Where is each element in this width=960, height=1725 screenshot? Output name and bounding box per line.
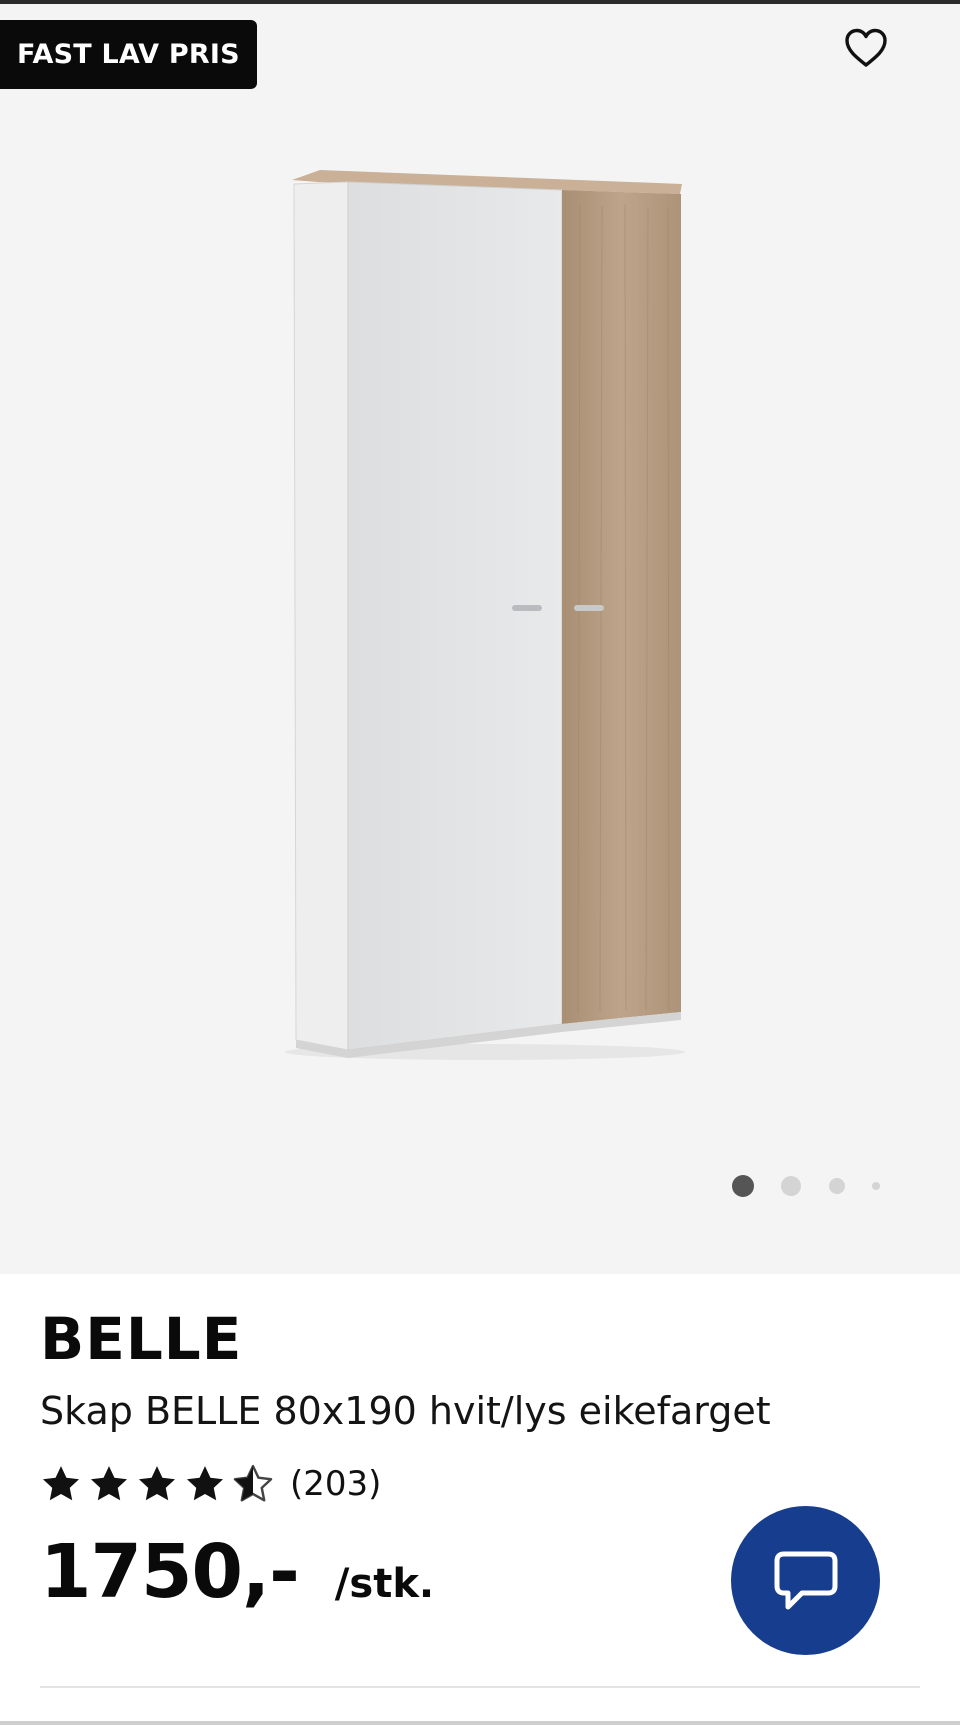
product-brand: BELLE bbox=[40, 1305, 243, 1373]
pagination-dot[interactable] bbox=[872, 1182, 880, 1190]
bottom-edge-bar bbox=[0, 1721, 960, 1725]
star-full-icon bbox=[186, 1466, 224, 1501]
review-count: (203) bbox=[290, 1464, 382, 1504]
pagination-dot[interactable] bbox=[829, 1178, 845, 1194]
pagination-dot-active[interactable] bbox=[732, 1175, 754, 1197]
price-badge: FAST LAV PRIS bbox=[0, 20, 257, 89]
star-half-icon bbox=[233, 1464, 273, 1502]
chat-button[interactable] bbox=[731, 1506, 880, 1655]
product-rating[interactable]: (203) bbox=[40, 1459, 381, 1509]
section-divider bbox=[40, 1686, 920, 1688]
product-image-gallery[interactable]: FAST LAV PRIS bbox=[0, 4, 960, 1274]
chat-bubble-icon bbox=[774, 1551, 838, 1610]
cabinet-illustration bbox=[285, 170, 685, 1060]
star-full-icon bbox=[138, 1466, 176, 1501]
product-info: BELLE Skap BELLE 80x190 hvit/lys eikefar… bbox=[0, 1274, 960, 1725]
pagination-dot[interactable] bbox=[781, 1176, 801, 1196]
product-name: Skap BELLE 80x190 hvit/lys eikefarget bbox=[40, 1389, 771, 1433]
product-price: 1750,- bbox=[40, 1529, 300, 1615]
favorite-button[interactable] bbox=[842, 24, 890, 72]
price-unit: /stk. bbox=[334, 1561, 435, 1607]
rating-stars bbox=[40, 1463, 274, 1505]
product-image[interactable] bbox=[280, 164, 700, 1064]
price-row: 1750,- /stk. bbox=[40, 1529, 434, 1619]
image-pagination-dots[interactable] bbox=[728, 1173, 888, 1197]
heart-outline-icon bbox=[845, 28, 887, 67]
star-full-icon bbox=[90, 1466, 128, 1501]
star-full-icon bbox=[42, 1466, 80, 1501]
